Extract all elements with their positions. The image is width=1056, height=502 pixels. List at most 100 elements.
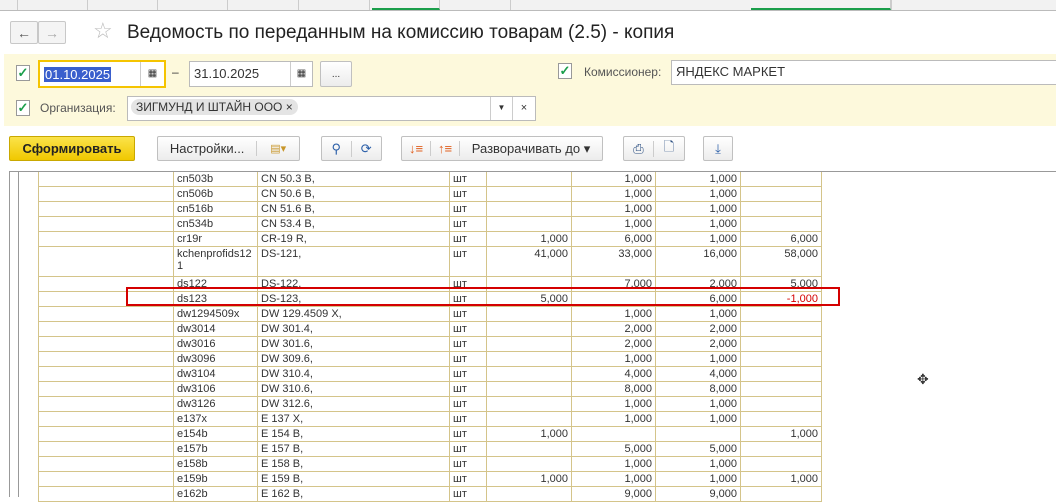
- table-cell[interactable]: шт: [449, 457, 486, 471]
- table-cell[interactable]: cr19r: [173, 232, 257, 246]
- table-cell[interactable]: e137x: [173, 412, 257, 426]
- org-field[interactable]: ЗИГМУНД И ШТАЙН ООО × ▼ ×: [127, 96, 536, 121]
- table-cell[interactable]: dw3106: [173, 382, 257, 396]
- table-cell[interactable]: [740, 217, 822, 231]
- table-cell[interactable]: dw1294509x: [173, 307, 257, 321]
- table-cell[interactable]: шт: [449, 307, 486, 321]
- table-cell[interactable]: 8,000: [655, 382, 740, 396]
- table-cell[interactable]: 1,000: [740, 427, 822, 441]
- table-cell[interactable]: 2,000: [571, 337, 655, 351]
- table-cell[interactable]: [486, 217, 571, 231]
- table-cell[interactable]: [486, 352, 571, 366]
- table-cell[interactable]: 1,000: [655, 307, 740, 321]
- table-cell[interactable]: E 157 B,: [257, 442, 449, 456]
- tab[interactable]: [299, 0, 370, 10]
- table-row[interactable]: cn506b CN 50.6 B, шт 1,000 1,000: [38, 187, 822, 202]
- table-cell[interactable]: шт: [449, 427, 486, 441]
- table-cell[interactable]: шт: [449, 322, 486, 336]
- period-checkbox[interactable]: ✓: [16, 65, 30, 81]
- table-cell[interactable]: [740, 382, 822, 396]
- table-cell[interactable]: [486, 487, 571, 501]
- table-row[interactable]: dw1294509x DW 129.4509 X, шт 1,000 1,000: [38, 307, 822, 322]
- table-cell[interactable]: шт: [449, 442, 486, 456]
- table-cell[interactable]: 6,000: [740, 232, 822, 246]
- table-row[interactable]: dw3104 DW 310.4, шт 4,000 4,000: [38, 367, 822, 382]
- tab-active[interactable]: [751, 0, 891, 10]
- table-cell[interactable]: 1,000: [571, 412, 655, 426]
- table-cell[interactable]: CN 50.6 B,: [257, 187, 449, 201]
- table-cell[interactable]: e158b: [173, 457, 257, 471]
- table-cell[interactable]: 1,000: [655, 472, 740, 486]
- table-cell[interactable]: шт: [449, 337, 486, 351]
- table-cell[interactable]: kchenprofids121: [173, 247, 257, 276]
- expand-icon[interactable]: ↑≡: [431, 141, 460, 156]
- table-cell[interactable]: [740, 397, 822, 411]
- table-cell[interactable]: 1,000: [655, 172, 740, 186]
- forward-button[interactable]: →: [38, 21, 66, 44]
- table-cell[interactable]: dw3096: [173, 352, 257, 366]
- table-cell[interactable]: [740, 352, 822, 366]
- table-cell[interactable]: [486, 307, 571, 321]
- table-cell[interactable]: 1,000: [655, 187, 740, 201]
- table-cell[interactable]: dw3126: [173, 397, 257, 411]
- table-cell[interactable]: dw3104: [173, 367, 257, 381]
- table-cell[interactable]: E 159 B,: [257, 472, 449, 486]
- table-cell[interactable]: шт: [449, 382, 486, 396]
- tab[interactable]: [441, 0, 511, 10]
- table-cell[interactable]: 1,000: [571, 457, 655, 471]
- table-cell[interactable]: 16,000: [655, 247, 740, 276]
- table-row[interactable]: dw3016 DW 301.6, шт 2,000 2,000: [38, 337, 822, 352]
- table-cell[interactable]: [740, 367, 822, 381]
- table-cell[interactable]: 2,000: [655, 337, 740, 351]
- table-cell[interactable]: DW 129.4509 X,: [257, 307, 449, 321]
- favorite-star-icon[interactable]: ☆: [93, 18, 113, 44]
- table-cell[interactable]: шт: [449, 472, 486, 486]
- table-cell[interactable]: шт: [449, 352, 486, 366]
- table-cell[interactable]: cn516b: [173, 202, 257, 216]
- table-cell[interactable]: e159b: [173, 472, 257, 486]
- table-cell[interactable]: CN 50.3 B,: [257, 172, 449, 186]
- table-row[interactable]: cn534b CN 53.4 B, шт 1,000 1,000: [38, 217, 822, 232]
- table-cell[interactable]: 1,000: [655, 232, 740, 246]
- table-cell[interactable]: 1,000: [486, 232, 571, 246]
- table-cell[interactable]: [486, 172, 571, 186]
- back-button[interactable]: ←: [10, 21, 38, 44]
- table-cell[interactable]: E 158 B,: [257, 457, 449, 471]
- table-cell[interactable]: 1,000: [655, 217, 740, 231]
- agent-field[interactable]: ЯНДЕКС МАРКЕТ: [671, 60, 1056, 85]
- table-cell[interactable]: шт: [449, 487, 486, 501]
- table-cell[interactable]: шт: [449, 232, 486, 246]
- tab[interactable]: [0, 0, 18, 10]
- table-cell[interactable]: [740, 172, 822, 186]
- table-cell[interactable]: DS-121,: [257, 247, 449, 276]
- table-row[interactable]: dw3126 DW 312.6, шт 1,000 1,000: [38, 397, 822, 412]
- table-cell[interactable]: 9,000: [655, 487, 740, 501]
- table-cell[interactable]: E 162 B,: [257, 487, 449, 501]
- table-cell[interactable]: 5,000: [571, 442, 655, 456]
- table-cell[interactable]: cn503b: [173, 172, 257, 186]
- table-cell[interactable]: [740, 442, 822, 456]
- table-cell[interactable]: [740, 457, 822, 471]
- table-cell[interactable]: 1,000: [655, 412, 740, 426]
- table-cell[interactable]: e162b: [173, 487, 257, 501]
- table-cell[interactable]: cn506b: [173, 187, 257, 201]
- tab[interactable]: [228, 0, 299, 10]
- table-cell[interactable]: e157b: [173, 442, 257, 456]
- download-button[interactable]: ⤓: [703, 136, 733, 161]
- table-row[interactable]: e158b E 158 B, шт 1,000 1,000: [38, 457, 822, 472]
- table-cell[interactable]: [740, 337, 822, 351]
- table-row[interactable]: dw3014 DW 301.4, шт 2,000 2,000: [38, 322, 822, 337]
- table-cell[interactable]: E 154 B,: [257, 427, 449, 441]
- table-row[interactable]: kchenprofids121 DS-121, шт 41,000 33,000 16,0…: [38, 247, 822, 277]
- table-cell[interactable]: DW 301.6,: [257, 337, 449, 351]
- table-cell[interactable]: 9,000: [571, 487, 655, 501]
- table-cell[interactable]: 1,000: [571, 472, 655, 486]
- remove-tag-icon[interactable]: ×: [286, 100, 293, 114]
- table-cell[interactable]: 1,000: [571, 352, 655, 366]
- table-cell[interactable]: [486, 442, 571, 456]
- table-cell[interactable]: dw3014: [173, 322, 257, 336]
- settings-button[interactable]: Настройки...: [158, 141, 258, 156]
- tab[interactable]: [88, 0, 158, 10]
- table-cell[interactable]: 1,000: [655, 202, 740, 216]
- table-cell[interactable]: 1,000: [655, 457, 740, 471]
